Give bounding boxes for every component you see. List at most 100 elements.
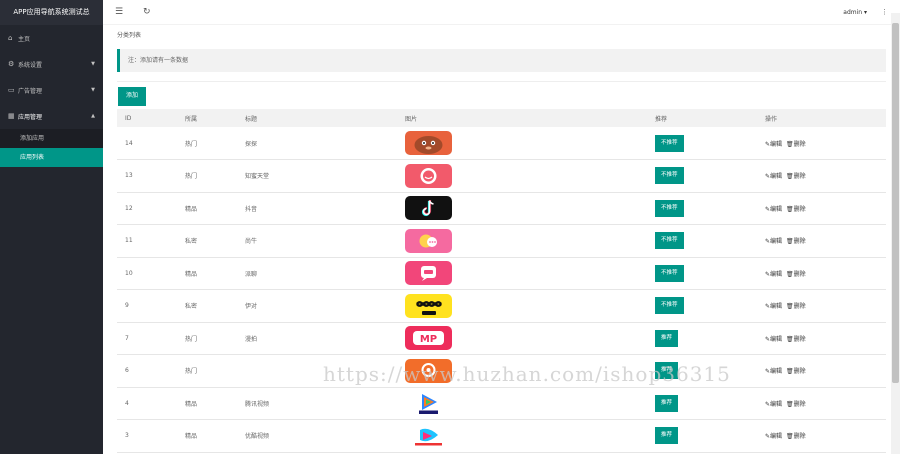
sidebar-subitem[interactable]: 应用列表 bbox=[0, 148, 103, 167]
svg-text:MP: MP bbox=[420, 334, 437, 345]
cell-cat: 热门 bbox=[185, 140, 198, 148]
add-button[interactable]: 添加 bbox=[118, 87, 147, 106]
menu-icon[interactable]: ☰ bbox=[115, 7, 143, 17]
recommend-toggle-button[interactable]: 推荐 bbox=[655, 394, 679, 412]
douyin-app-icon bbox=[405, 196, 647, 221]
cell-id: 14 bbox=[125, 139, 133, 147]
cell-icon bbox=[397, 225, 647, 258]
recommend-toggle-button[interactable]: 不推荐 bbox=[655, 167, 684, 185]
cell-title: 伊对 bbox=[245, 303, 258, 311]
cell-recommend: 推荐 bbox=[647, 387, 757, 420]
cell-icon bbox=[397, 420, 647, 453]
cell-actions: ✎编辑 🗑删除 bbox=[757, 420, 886, 453]
cell-icon bbox=[397, 257, 647, 290]
recommend-toggle-button[interactable]: 推荐 bbox=[655, 362, 679, 380]
edit-button[interactable]: ✎编辑 bbox=[765, 303, 782, 310]
bubble-app-icon bbox=[405, 228, 647, 253]
cell-title: 腾讯视频 bbox=[245, 400, 270, 408]
app-table: ID 所属 标题 图片 推荐 操作 14 热门 探探 不推荐 ✎编辑 🗑删除 13 热门 知蜜天堂 不推荐 ✎… bbox=[117, 109, 886, 453]
youku-app-icon bbox=[405, 423, 647, 448]
edit-button[interactable]: ✎编辑 bbox=[765, 141, 782, 148]
delete-button[interactable]: 🗑删除 bbox=[786, 368, 806, 375]
sidebar-subitem[interactable]: 添加应用 bbox=[0, 129, 103, 148]
edit-button[interactable]: ✎编辑 bbox=[765, 238, 782, 245]
table-row: 12 精品 抖音 不推荐 ✎编辑 🗑删除 bbox=[117, 192, 886, 225]
sidebar-item[interactable]: ⌂ 主页 bbox=[0, 25, 103, 51]
cell-id: 3 bbox=[125, 432, 129, 440]
scrollbar[interactable] bbox=[891, 13, 900, 454]
column-header: 图片 bbox=[405, 115, 418, 123]
cell-actions: ✎编辑 🗑删除 bbox=[757, 160, 886, 193]
delete-button[interactable]: 🗑删除 bbox=[786, 141, 806, 148]
cell-recommend: 不推荐 bbox=[647, 192, 757, 225]
cell-id: 11 bbox=[125, 237, 133, 245]
delete-button[interactable]: 🗑删除 bbox=[786, 173, 806, 180]
table-row: 14 热门 探探 不推荐 ✎编辑 🗑删除 bbox=[117, 127, 886, 160]
delete-button[interactable]: 🗑删除 bbox=[786, 206, 806, 213]
more-icon[interactable]: ⋮ bbox=[881, 8, 888, 16]
delete-button[interactable]: 🗑删除 bbox=[786, 433, 806, 440]
cell-icon bbox=[397, 192, 647, 225]
table-row: 6 热门 推荐 ✎编辑 🗑删除 bbox=[117, 355, 886, 388]
sidebar-item[interactable]: ▦ 应用管理 ▲ bbox=[0, 103, 103, 129]
cell-cat: 热门 bbox=[185, 173, 198, 181]
sidebar: APP应用导航系统测试总 ⌂ 主页 ⚙ 系统设置 ▼ ▭ 广告管理 ▼ ▦ 应用管理 ▲ 添加应用 应用… bbox=[0, 0, 103, 454]
edit-button[interactable]: ✎编辑 bbox=[765, 206, 782, 213]
cell-id: 6 bbox=[125, 367, 129, 375]
cell-actions: ✎编辑 🗑删除 bbox=[757, 387, 886, 420]
cell-recommend: 不推荐 bbox=[647, 290, 757, 323]
cell-cat: 热门 bbox=[185, 335, 198, 343]
recommend-toggle-button[interactable]: 推荐 bbox=[655, 329, 679, 347]
edit-button[interactable]: ✎编辑 bbox=[765, 401, 782, 408]
cell-recommend: 不推荐 bbox=[647, 257, 757, 290]
table-row: 10 精品 派聊 不推荐 ✎编辑 🗑删除 bbox=[117, 257, 886, 290]
cell-icon bbox=[397, 355, 647, 388]
recommend-toggle-button[interactable]: 不推荐 bbox=[655, 264, 684, 282]
refresh-icon[interactable]: ↻ bbox=[143, 7, 171, 17]
cell-icon bbox=[397, 290, 647, 323]
column-header: 操作 bbox=[765, 115, 778, 123]
recommend-toggle-button[interactable]: 不推荐 bbox=[655, 199, 684, 217]
sidebar-nav: ⌂ 主页 ⚙ 系统设置 ▼ ▭ 广告管理 ▼ ▦ 应用管理 ▲ 添加应用 应用列表 bbox=[0, 25, 103, 167]
delete-button[interactable]: 🗑删除 bbox=[786, 238, 806, 245]
chevron-down-icon: ▼ bbox=[91, 61, 95, 67]
edit-button[interactable]: ✎编辑 bbox=[765, 433, 782, 440]
recommend-toggle-button[interactable]: 不推荐 bbox=[655, 134, 684, 152]
delete-button[interactable]: 🗑删除 bbox=[786, 336, 806, 343]
cell-recommend: 推荐 bbox=[647, 322, 757, 355]
recommend-toggle-button[interactable]: 不推荐 bbox=[655, 297, 684, 315]
cell-cat: 私密 bbox=[185, 238, 198, 246]
cell-actions: ✎编辑 🗑删除 bbox=[757, 290, 886, 323]
column-header: ID bbox=[125, 114, 132, 122]
table-row: 13 热门 知蜜天堂 不推荐 ✎编辑 🗑删除 bbox=[117, 160, 886, 193]
recommend-toggle-button[interactable]: 不推荐 bbox=[655, 232, 684, 250]
gear-icon: ⚙ bbox=[8, 60, 15, 68]
cell-id: 7 bbox=[125, 334, 129, 342]
topbar: ☰ ↻ admin ▾ ⋮ bbox=[103, 0, 900, 25]
user-menu[interactable]: admin ▾ bbox=[843, 9, 867, 16]
cell-title: 派聊 bbox=[245, 270, 258, 278]
cell-actions: ✎编辑 🗑删除 bbox=[757, 322, 886, 355]
cell-cat: 精品 bbox=[185, 433, 198, 441]
sidebar-item[interactable]: ⚙ 系统设置 ▼ bbox=[0, 51, 103, 77]
edit-button[interactable]: ✎编辑 bbox=[765, 271, 782, 278]
orange-app-icon bbox=[405, 358, 647, 383]
cell-actions: ✎编辑 🗑删除 bbox=[757, 225, 886, 258]
delete-button[interactable]: 🗑删除 bbox=[786, 271, 806, 278]
table-row: 9 私密 伊对 不推荐 ✎编辑 🗑删除 bbox=[117, 290, 886, 323]
recommend-toggle-button[interactable]: 推荐 bbox=[655, 427, 679, 445]
cell-id: 10 bbox=[125, 269, 133, 277]
chevron-down-icon: ▼ bbox=[91, 87, 95, 93]
cell-icon: MP bbox=[397, 322, 647, 355]
edit-button[interactable]: ✎编辑 bbox=[765, 336, 782, 343]
sidebar-item[interactable]: ▭ 广告管理 ▼ bbox=[0, 77, 103, 103]
column-header: 标题 bbox=[245, 115, 258, 123]
scrollbar-thumb[interactable] bbox=[892, 23, 899, 383]
app-title: APP应用导航系统测试总 bbox=[0, 0, 103, 25]
notice-bar: 注：添加请有一条数据 bbox=[117, 49, 886, 72]
column-header: 所属 bbox=[185, 115, 198, 123]
edit-button[interactable]: ✎编辑 bbox=[765, 173, 782, 180]
delete-button[interactable]: 🗑删除 bbox=[786, 303, 806, 310]
delete-button[interactable]: 🗑删除 bbox=[786, 401, 806, 408]
edit-button[interactable]: ✎编辑 bbox=[765, 368, 782, 375]
